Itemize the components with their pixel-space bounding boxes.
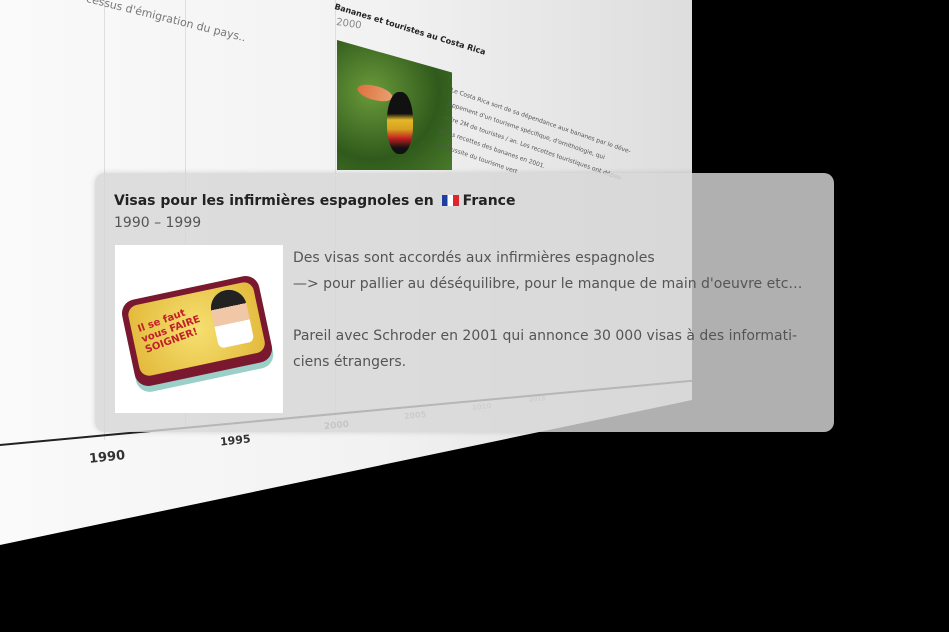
- card-title: Visas pour les infirmières espagnoles en…: [114, 193, 515, 209]
- card-country: France: [462, 193, 516, 209]
- tin-box-image[interactable]: Il se faut vous FAIRE SOIGNER!: [115, 245, 283, 413]
- description-line: Pareil avec Schroder en 2001 qui annonce…: [293, 328, 798, 344]
- image-lettering: Il se faut vous FAIRE SOIGNER!: [136, 307, 202, 356]
- description-line: —> pour pallier au déséquilibre, pour le…: [293, 276, 803, 292]
- card-title-text: Visas pour les infirmières espagnoles en: [114, 193, 434, 209]
- card-dates: 1990 – 1999: [114, 215, 202, 231]
- description-line: [293, 297, 802, 323]
- card-description: Des visas sont accordés aux infirmières …: [293, 245, 802, 375]
- event-detail-card[interactable]: Visas pour les infirmières espagnoles en…: [95, 173, 834, 432]
- event-text-emigration[interactable]: cessus d'émigration du pays..: [85, 0, 248, 44]
- description-line: Des visas sont accordés aux infirmières …: [293, 250, 655, 266]
- france-flag-icon: [441, 195, 459, 206]
- description-line: ciens étrangers.: [293, 354, 407, 370]
- axis-tick-label: 1995: [219, 432, 252, 449]
- event-year-costa-rica: 2000: [335, 17, 363, 32]
- axis-tick-label: 1990: [88, 448, 126, 467]
